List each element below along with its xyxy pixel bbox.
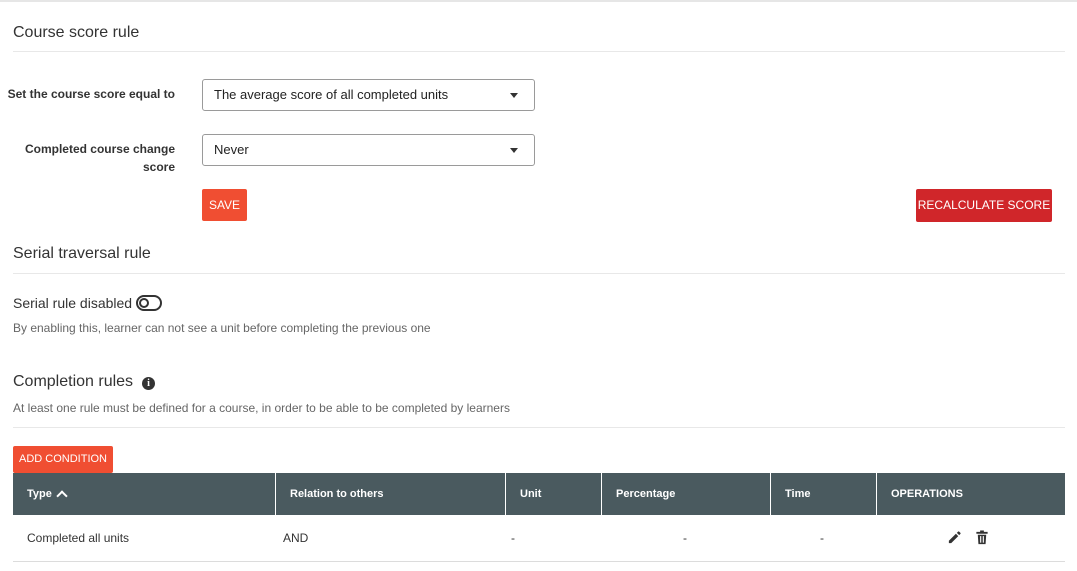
toggle-knob: [139, 298, 149, 308]
completion-rules-description: At least one rule must be defined for a …: [13, 401, 510, 415]
top-divider: [0, 0, 1077, 2]
serial-rule-toggle[interactable]: [136, 295, 162, 311]
change-score-label: Completed course change score: [24, 142, 175, 174]
column-header-relation: Relation to others: [275, 473, 505, 515]
recalculate-score-button[interactable]: RECALCULATE SCORE: [916, 189, 1052, 222]
score-equal-label: Set the course score equal to: [7, 87, 175, 101]
row-divider: [13, 561, 1065, 562]
divider: [13, 427, 1065, 428]
completion-rules-title: Completion rules: [13, 373, 134, 390]
cell-type: Completed all units: [27, 531, 130, 545]
divider: [13, 51, 1065, 52]
info-icon[interactable]: i: [142, 377, 155, 390]
sort-up-icon: [56, 490, 68, 502]
score-equal-select[interactable]: The average score of all completed units: [202, 79, 535, 111]
chevron-down-icon: [510, 148, 518, 153]
course-score-title: Course score rule: [13, 24, 140, 41]
column-header-operations: OPERATIONS: [876, 473, 1065, 515]
save-button[interactable]: SAVE: [202, 189, 247, 221]
cell-percentage: -: [683, 531, 687, 545]
trash-icon[interactable]: [975, 530, 989, 545]
column-header-percentage: Percentage: [601, 473, 770, 515]
divider: [13, 273, 1065, 274]
chevron-down-icon: [510, 93, 518, 98]
change-score-value: Never: [214, 142, 249, 157]
cell-relation: AND: [283, 531, 309, 545]
table-header: Type Relation to others Unit Percentage …: [13, 473, 1065, 515]
serial-rule-toggle-label: Serial rule disabled: [13, 295, 133, 311]
column-type-label: Type: [27, 488, 52, 500]
cell-unit: -: [511, 531, 515, 545]
change-score-select[interactable]: Never: [202, 134, 535, 166]
score-equal-value: The average score of all completed units: [214, 87, 449, 102]
serial-rule-description: By enabling this, learner can not see a …: [13, 321, 431, 335]
add-condition-button[interactable]: ADD CONDITION: [13, 446, 113, 473]
serial-rule-title: Serial traversal rule: [13, 245, 151, 262]
column-header-type[interactable]: Type: [13, 473, 275, 515]
column-header-time: Time: [770, 473, 876, 515]
cell-time: -: [820, 531, 824, 545]
column-header-unit: Unit: [505, 473, 601, 515]
pencil-icon[interactable]: [947, 530, 962, 545]
